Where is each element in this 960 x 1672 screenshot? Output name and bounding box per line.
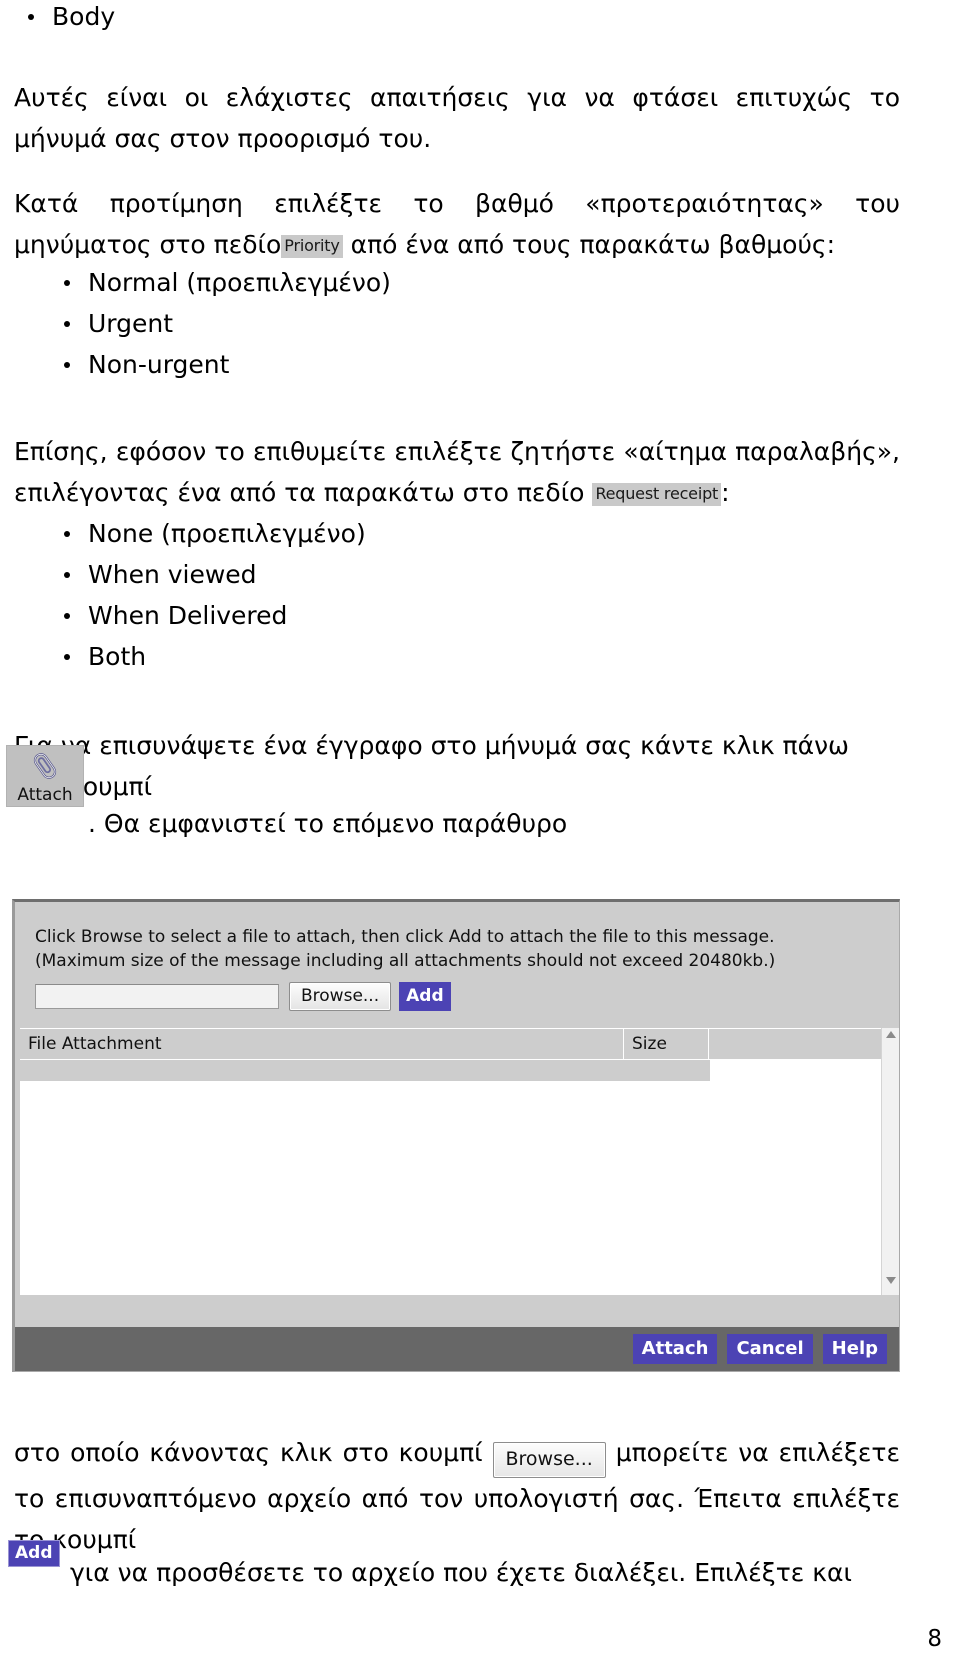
paragraph-text-after: από ένα από τους παρακάτω βαθμούς: [350, 230, 836, 259]
attachment-table-scrollbar[interactable] [881, 1028, 899, 1295]
attachment-table-body [20, 1081, 890, 1293]
list-item: Body [14, 0, 115, 37]
dialog-cancel-button[interactable]: Cancel [727, 1334, 813, 1364]
list-item-label: None (προεπιλεγμένο) [88, 519, 366, 548]
add-inline-badge[interactable]: Add [8, 1540, 60, 1567]
dialog-footer: Attach Cancel Help [15, 1327, 899, 1371]
dialog-grey-spacer [20, 1295, 899, 1331]
browse-button[interactable]: Browse... [289, 982, 392, 1011]
list-item: Normal (προεπιλεγμένο) [50, 262, 391, 303]
list-item: None (προεπιλεγμένο) [50, 513, 366, 554]
attachment-table-subheader [20, 1059, 710, 1081]
paragraph-text: Για να επισυνάψετε ένα έγγραφο στο μήνυμ… [14, 731, 849, 801]
add-inline-badge-wrapper: Add [8, 1540, 60, 1567]
paragraph-text-before: στο οποίο κάνοντας κλικ στο κουμπί [14, 1438, 483, 1467]
attachment-table: File Attachment Size [20, 1028, 890, 1295]
receipt-options-list: None (προεπιλεγμένο) When viewed When De… [50, 513, 366, 677]
dialog-help-button[interactable]: Help [822, 1334, 887, 1364]
file-path-input[interactable] [35, 984, 279, 1009]
paragraph-browse-add-instruction: στο οποίο κάνοντας κλικ στο κουμπί Brows… [14, 1432, 900, 1560]
dialog-attach-button[interactable]: Attach [632, 1334, 718, 1364]
list-item-label: Both [88, 642, 147, 671]
dialog-instruction-line-2: (Maximum size of the message including a… [35, 951, 776, 971]
list-item: When viewed [50, 554, 366, 595]
paragraph-text: . Θα εμφανιστεί το επόμενο παράθυρο [88, 809, 568, 838]
attach-button-label: Attach [17, 785, 73, 805]
list-item: Non-urgent [50, 344, 391, 385]
paragraph-text-after: : [721, 478, 730, 507]
list-item-label: Urgent [88, 309, 174, 338]
request-receipt-field-badge[interactable]: Request receipt [592, 483, 722, 506]
paperclip-icon [7, 746, 83, 786]
paragraph-attach-instruction: Για να επισυνάψετε ένα έγγραφο στο μήνυμ… [14, 725, 900, 807]
paragraph-text: για να προσθέσετε το αρχείο που έχετε δι… [70, 1558, 852, 1587]
list-item-label: When viewed [88, 560, 257, 589]
browse-inline-badge[interactable]: Browse... [492, 1442, 606, 1478]
list-item-label: When Delivered [88, 601, 288, 630]
paragraph-next-window: . Θα εμφανιστεί το επόμενο παράθυρο [88, 803, 688, 844]
column-header-file-attachment[interactable]: File Attachment [20, 1029, 624, 1059]
paragraph-text: Αυτές είναι οι ελάχιστες απαιτήσεις για … [14, 83, 900, 153]
priority-options-list: Normal (προεπιλεγμένο) Urgent Non-urgent [50, 262, 391, 385]
list-item-label: Non-urgent [88, 350, 230, 379]
column-header-size[interactable]: Size [624, 1029, 709, 1059]
attachment-table-header: File Attachment Size [20, 1029, 890, 1059]
list-item: When Delivered [50, 595, 366, 636]
attachment-dialog[interactable]: Click Browse to select a file to attach,… [12, 899, 900, 1372]
attach-toolbar-button[interactable]: Attach [6, 745, 84, 807]
list-item: Urgent [50, 303, 391, 344]
page-number: 8 [927, 1626, 942, 1652]
dialog-instructions: Click Browse to select a file to attach,… [35, 925, 775, 973]
dialog-instruction-line-1: Click Browse to select a file to attach,… [35, 927, 775, 947]
priority-field-badge[interactable]: Priority [281, 235, 343, 258]
list-item-label: Body [52, 2, 116, 31]
scroll-down-icon[interactable] [882, 1275, 899, 1293]
top-bullet-list: Body [14, 0, 115, 37]
paragraph-add-instruction-tail: για να προσθέσετε το αρχείο που έχετε δι… [70, 1552, 900, 1593]
paragraph-request-receipt: Επίσης, εφόσον το επιθυμείτε επιλέξτε ζη… [14, 431, 900, 513]
file-select-row: Browse... Add [35, 982, 451, 1011]
document-page: Body Αυτές είναι οι ελάχιστες απαιτήσεις… [0, 0, 960, 1672]
paragraph-minimum-requirements: Αυτές είναι οι ελάχιστες απαιτήσεις για … [14, 77, 900, 159]
column-header-blank [709, 1029, 890, 1059]
add-button[interactable]: Add [399, 982, 451, 1011]
list-item: Both [50, 636, 366, 677]
attachment-dialog-body: Click Browse to select a file to attach,… [15, 902, 899, 1371]
list-item-label: Normal (προεπιλεγμένο) [88, 268, 391, 297]
paragraph-priority: Κατά προτίμηση επιλέξτε το βαθμό «προτερ… [14, 183, 900, 265]
scroll-up-icon[interactable] [882, 1030, 899, 1048]
paragraph-text-before: Επίσης, εφόσον το επιθυμείτε επιλέξτε ζη… [14, 437, 900, 507]
